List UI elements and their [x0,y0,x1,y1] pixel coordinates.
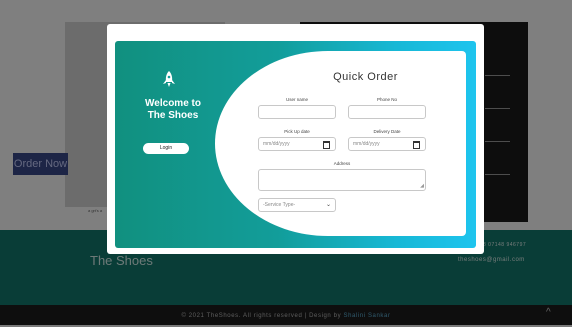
chevron-down-icon: ⌄ [325,202,331,208]
pickup-date-label: Pick Up date [284,129,310,134]
login-button[interactable]: Login [143,143,189,154]
phone-label: Phone No [376,97,397,102]
phone-input[interactable] [348,105,426,119]
delivery-date-input[interactable]: mm/dd/yyyy [348,137,426,151]
resize-handle-icon[interactable]: ◢ [420,184,424,189]
delivery-date-label: Delivery Date [373,129,401,134]
calendar-icon[interactable] [323,141,330,149]
pickup-date-input[interactable]: mm/dd/yyyy [258,137,336,151]
welcome-panel: Welcome to The Shoes Login [115,41,225,248]
delivery-date-placeholder: mm/dd/yyyy [353,141,380,147]
service-type-value: -Service Type- [263,202,296,208]
calendar-icon[interactable] [413,141,420,149]
rocket-icon [163,71,175,87]
welcome-heading: Welcome to The Shoes [123,98,223,122]
user-name-input[interactable] [258,105,336,119]
address-label: Address [333,161,351,166]
modal-content: Welcome to The Shoes Login Quick Order U… [115,41,476,248]
quick-order-modal: Welcome to The Shoes Login Quick Order U… [107,24,484,254]
user-name-label: User name [285,97,308,102]
form-title: Quick Order [333,71,398,83]
pickup-date-placeholder: mm/dd/yyyy [263,141,290,147]
welcome-line-1: Welcome to [145,98,201,109]
welcome-line-2: The Shoes [147,110,199,121]
service-type-select[interactable]: -Service Type- ⌄ [258,198,336,212]
quick-order-form: Quick Order User name Phone No Pick Up d… [215,51,466,236]
address-textarea[interactable]: ◢ [258,169,426,191]
